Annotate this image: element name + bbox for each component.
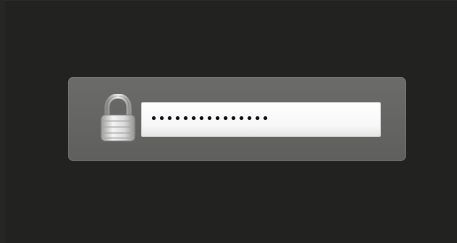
unlock-panel: •••••••••••••••: [68, 77, 406, 161]
password-field[interactable]: •••••••••••••••: [141, 102, 381, 137]
password-value: •••••••••••••••: [150, 112, 270, 127]
screen-background: •••••••••••••••: [0, 0, 457, 243]
padlock-icon: [98, 94, 138, 144]
